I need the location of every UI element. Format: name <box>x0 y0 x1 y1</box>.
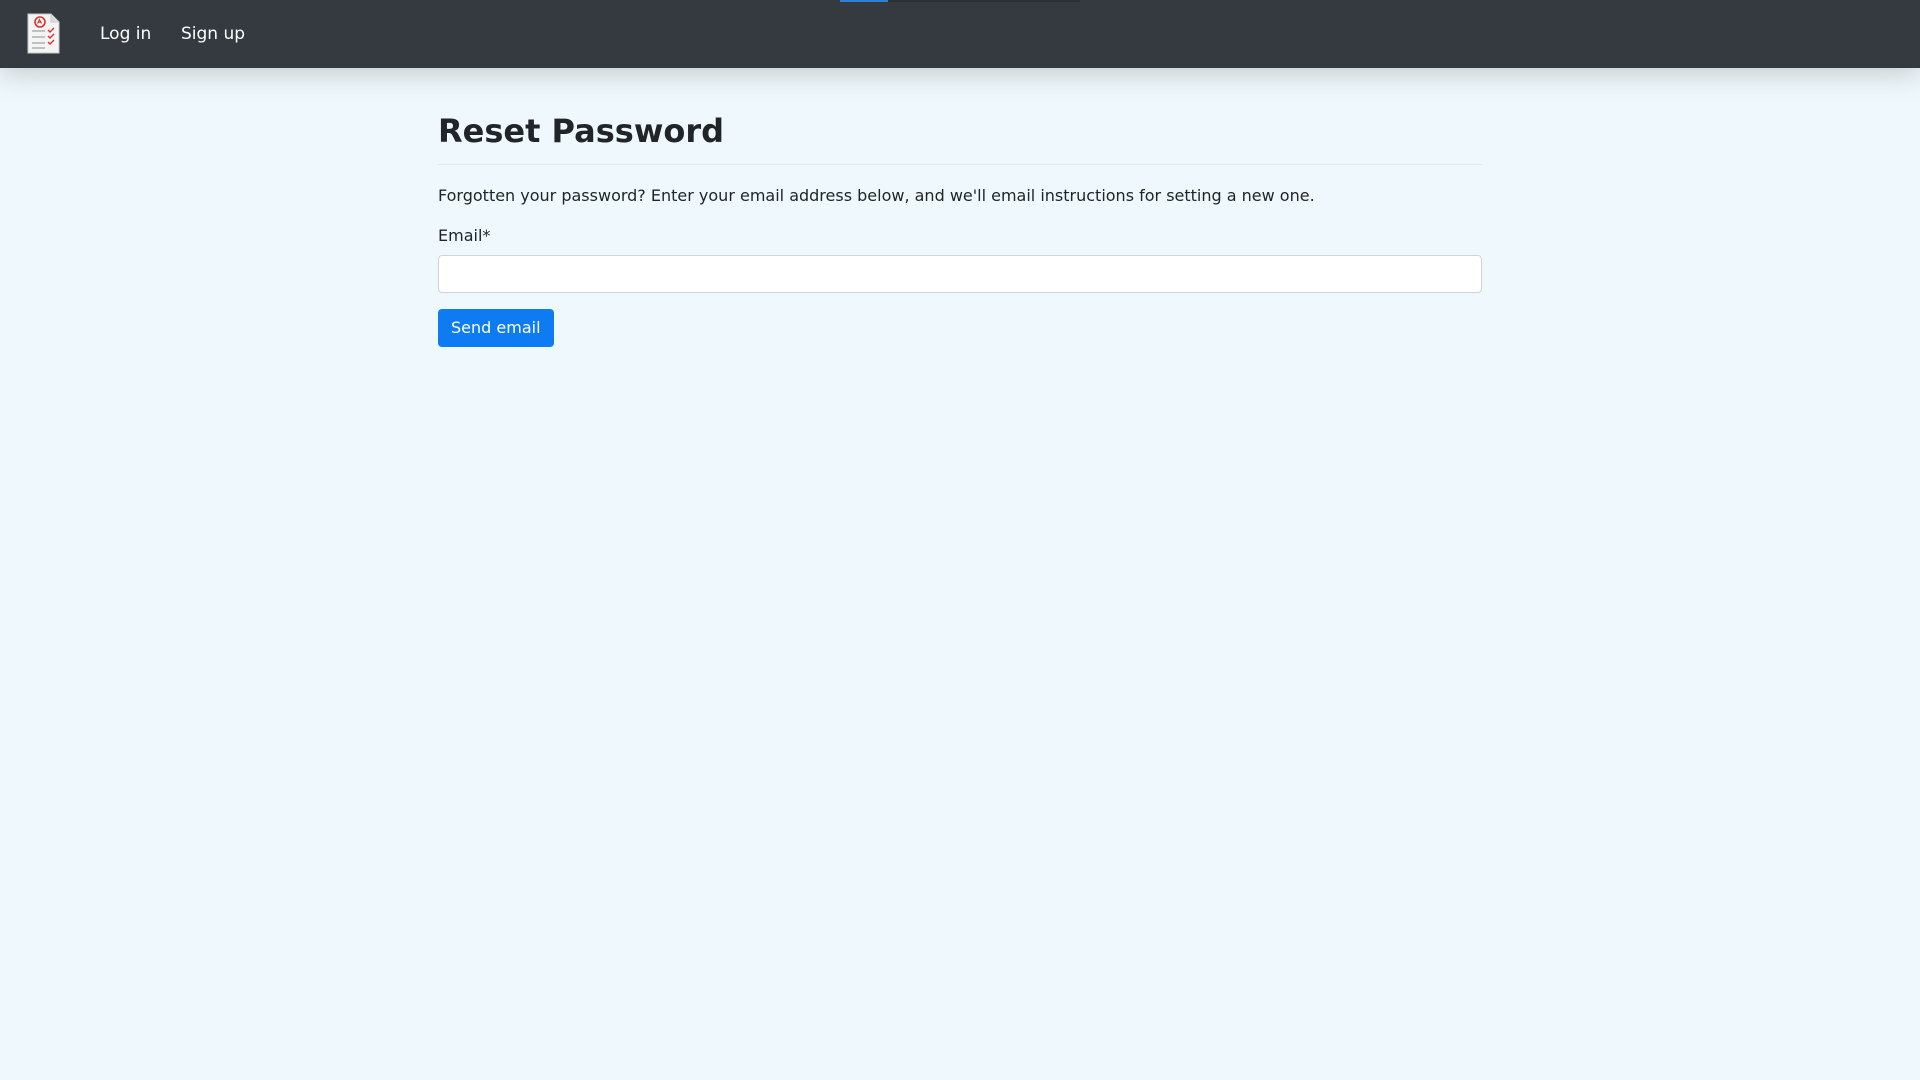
send-email-button[interactable]: Send email <box>438 309 554 347</box>
checklist-document-icon[interactable] <box>27 13 60 54</box>
email-field[interactable] <box>438 255 1482 293</box>
email-label: Email* <box>438 226 491 245</box>
page-title: Reset Password <box>438 112 725 150</box>
nav-login-link[interactable]: Log in <box>100 22 151 46</box>
top-navbar: Log in Sign up <box>0 0 1920 68</box>
intro-text: Forgotten your password? Enter your emai… <box>438 186 1315 205</box>
nav-signup-link[interactable]: Sign up <box>181 22 245 46</box>
page-load-progress-bar <box>840 0 1080 2</box>
title-divider <box>438 164 1482 165</box>
page-load-progress-fill <box>840 0 888 2</box>
